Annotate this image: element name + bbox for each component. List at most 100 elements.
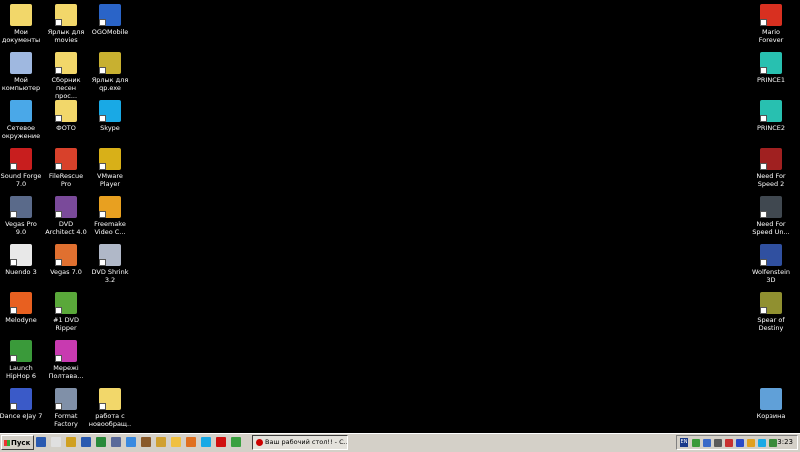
folder-icon bbox=[99, 388, 121, 410]
desktop-icon[interactable]: ФОТО bbox=[44, 100, 88, 132]
desktop-icon-label: Сборник песен прос... bbox=[51, 76, 81, 100]
document-icon[interactable] bbox=[51, 437, 61, 447]
desktop-icon[interactable]: Wolfenstein 3D bbox=[749, 244, 793, 284]
internet-explorer-icon[interactable] bbox=[126, 437, 136, 447]
dos-game-icon bbox=[760, 244, 782, 266]
chrome-icon[interactable] bbox=[231, 437, 241, 447]
desktop-icon[interactable]: Vegas Pro 9.0 bbox=[0, 196, 43, 236]
desktop-icon[interactable]: Launch HipHop 6 bbox=[0, 340, 43, 380]
desktop-icon-label: Ярлык для qp.exe bbox=[91, 76, 129, 92]
desktop-icon[interactable]: Mario Forever bbox=[749, 4, 793, 44]
computer-icon bbox=[10, 52, 32, 74]
taskbar: Пуск Ваш рабочий стол!! - С... EN 23:23 bbox=[0, 433, 800, 452]
folder-icon bbox=[55, 4, 77, 26]
explorer-icon[interactable] bbox=[156, 437, 166, 447]
desktop-icon-label: Nuendo 3 bbox=[5, 268, 37, 276]
skype-icon[interactable] bbox=[758, 439, 766, 447]
desktop-icon[interactable]: Nuendo 3 bbox=[0, 244, 43, 276]
ogomobile-icon bbox=[99, 4, 121, 26]
desktop-icon-label: Need For Speed 2 bbox=[756, 172, 786, 188]
skype-icon[interactable] bbox=[201, 437, 211, 447]
network-map-icon bbox=[55, 340, 77, 362]
desktop-icon[interactable]: DVD Shrink 3.2 bbox=[88, 244, 132, 284]
desktop-icon[interactable]: Sound Forge 7.0 bbox=[0, 148, 43, 188]
desktop-icon[interactable]: Vegas 7.0 bbox=[44, 244, 88, 276]
desktop-icon-label: Dance eJay 7 bbox=[0, 412, 43, 420]
firefox-icon[interactable] bbox=[186, 437, 196, 447]
hiphop-icon bbox=[10, 340, 32, 362]
desktop-icon[interactable]: Мережі Полтава... bbox=[44, 340, 88, 380]
network-icon[interactable] bbox=[703, 439, 711, 447]
volume-icon[interactable] bbox=[714, 439, 722, 447]
desktop-icon-label: Мой компьютер bbox=[1, 76, 41, 92]
desktop-icon[interactable]: Сборник песен прос... bbox=[44, 52, 88, 100]
excel-icon[interactable] bbox=[96, 437, 106, 447]
desktop-icon[interactable]: Format Factory bbox=[44, 388, 88, 428]
desktop-icon[interactable]: Корзина bbox=[749, 388, 793, 420]
skype-icon bbox=[99, 100, 121, 122]
desktop-icon[interactable]: OGOMobile bbox=[88, 4, 132, 36]
language-indicator[interactable]: EN bbox=[680, 438, 688, 447]
documents-folder-icon bbox=[10, 4, 32, 26]
desktop-icon[interactable]: Мой компьютер bbox=[0, 52, 43, 92]
desktop-icon[interactable]: DVD Architect 4.0 bbox=[44, 196, 88, 236]
desktop-icon[interactable]: Сетевое окружение bbox=[0, 100, 43, 140]
desktop-icon-label: Sound Forge 7.0 bbox=[0, 172, 42, 188]
format-factory-icon bbox=[55, 388, 77, 410]
folder-icon[interactable] bbox=[171, 437, 181, 447]
desktop-icon[interactable]: Need For Speed 2 bbox=[749, 148, 793, 188]
dvd-architect-icon bbox=[55, 196, 77, 218]
start-button[interactable]: Пуск bbox=[1, 435, 34, 450]
taskbar-button-opera-window[interactable]: Ваш рабочий стол!! - С... bbox=[252, 435, 348, 450]
desktop-icon[interactable]: работа с новообращ... bbox=[88, 388, 132, 436]
shield-icon[interactable] bbox=[725, 439, 733, 447]
desktop-icon[interactable]: Мои документы bbox=[0, 4, 43, 44]
recycle-bin-icon bbox=[760, 388, 782, 410]
desktop-icon[interactable]: Need For Speed Un... bbox=[749, 196, 793, 236]
desktop-icon-label: Melodyne bbox=[5, 316, 37, 324]
desktop-icon-label: #1 DVD Ripper bbox=[53, 316, 79, 332]
opera-icon bbox=[256, 439, 263, 446]
desktop-icon[interactable]: Ярлык для qp.exe bbox=[88, 52, 132, 92]
dance-ejay-icon bbox=[10, 388, 32, 410]
desktop-icon-label: Spear of Destiny bbox=[757, 316, 785, 332]
desktop-icon-label: Сетевое окружение bbox=[1, 124, 41, 140]
desktop-icon-label: Мережі Полтава... bbox=[48, 364, 84, 380]
desktop-icon[interactable]: VMware Player bbox=[88, 148, 132, 188]
desktop-icon[interactable]: Dance eJay 7 bbox=[0, 388, 43, 420]
media-icon[interactable] bbox=[141, 437, 151, 447]
window-icon[interactable] bbox=[111, 437, 121, 447]
update-icon[interactable] bbox=[747, 439, 755, 447]
desktop-icon-label: Корзина bbox=[756, 412, 786, 420]
vegas-icon bbox=[10, 196, 32, 218]
sound-forge-icon bbox=[10, 148, 32, 170]
desktop-icon[interactable]: #1 DVD Ripper bbox=[44, 292, 88, 332]
desktop-icon[interactable]: Ярлык для movies bbox=[44, 4, 88, 44]
bluetooth-icon[interactable] bbox=[736, 439, 744, 447]
desktop-icon[interactable]: Skype bbox=[88, 100, 132, 132]
desktop-icon-label: Launch HipHop 6 bbox=[5, 364, 36, 380]
nuendo-icon bbox=[10, 244, 32, 266]
desktop-icon[interactable]: Melodyne bbox=[0, 292, 43, 324]
desktop-icon-label: VMware Player bbox=[97, 172, 123, 188]
save-icon[interactable] bbox=[36, 437, 46, 447]
desktop-icon-label: Wolfenstein 3D bbox=[751, 268, 791, 284]
desktop-icon-label: DVD Shrink 3.2 bbox=[91, 268, 129, 284]
outlook-icon[interactable] bbox=[66, 437, 76, 447]
dos-game-icon bbox=[760, 292, 782, 314]
desktop-icon[interactable]: PRINCE2 bbox=[749, 100, 793, 132]
desktop-icon[interactable]: Spear of Destiny bbox=[749, 292, 793, 332]
desktop-icon[interactable]: Freemake Video C... bbox=[88, 196, 132, 236]
desktop-icon-label: Format Factory bbox=[54, 412, 78, 428]
desktop-icon[interactable]: PRINCE1 bbox=[749, 52, 793, 84]
desktop-icon-label: Ярлык для movies bbox=[47, 28, 85, 44]
safe-remove-icon[interactable] bbox=[769, 439, 777, 447]
opera-icon[interactable] bbox=[216, 437, 226, 447]
word-icon[interactable] bbox=[81, 437, 91, 447]
antivirus-icon[interactable] bbox=[692, 439, 700, 447]
melodyne-icon bbox=[10, 292, 32, 314]
application-icon bbox=[99, 52, 121, 74]
folder-icon bbox=[55, 100, 77, 122]
desktop-icon[interactable]: FileRescue Pro bbox=[44, 148, 88, 188]
filerescue-icon bbox=[55, 148, 77, 170]
